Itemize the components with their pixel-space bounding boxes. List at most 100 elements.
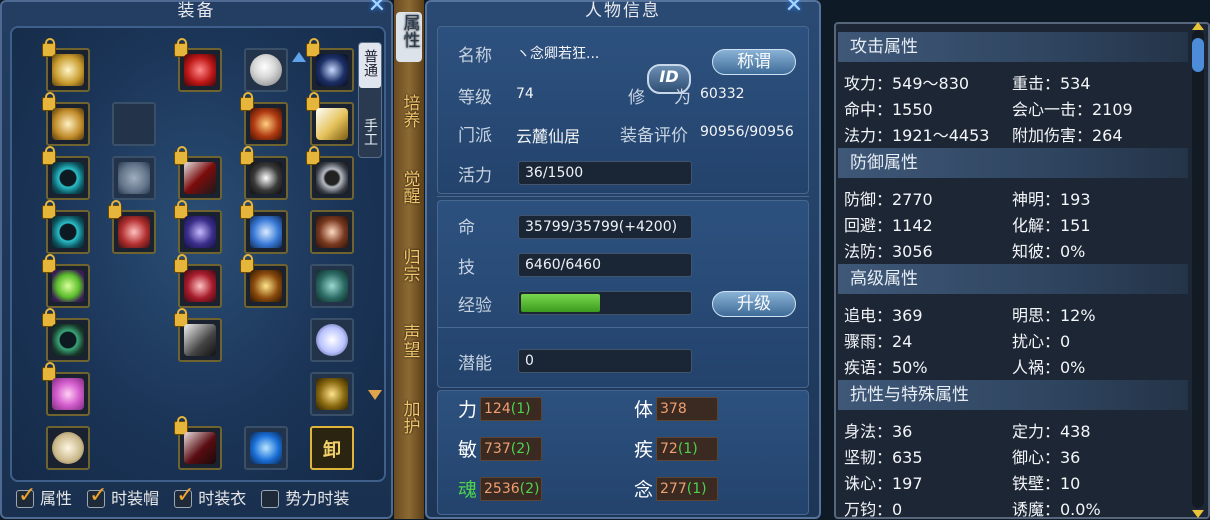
stat-base: 124 xyxy=(484,401,511,417)
pet-slot[interactable] xyxy=(310,318,354,362)
cultivation-label-1: 修 xyxy=(628,88,645,108)
equip-slot[interactable] xyxy=(310,210,354,254)
exp-label: 经验 xyxy=(458,296,492,316)
attr-value: 法防：3056 xyxy=(844,242,933,261)
cultivation-value: 60332 xyxy=(700,86,745,102)
scroll-down-icon[interactable] xyxy=(1192,510,1204,518)
equip-slot[interactable] xyxy=(174,254,222,308)
scroll-up-icon[interactable] xyxy=(292,52,306,62)
close-icon[interactable]: ✕ xyxy=(783,0,805,17)
attr-value: 铁壁：10 xyxy=(1012,474,1081,493)
stat-speed-value: 72(1) xyxy=(656,437,718,461)
stat-soul-value: 2536(2) xyxy=(480,477,542,501)
skill-field: 6460/6460 xyxy=(518,253,692,277)
checkbox-faction-fashion[interactable]: 势力时装 xyxy=(261,488,349,510)
cultivation-label-2: 为 xyxy=(674,88,691,108)
equip-slot[interactable] xyxy=(306,146,354,200)
equip-slot[interactable] xyxy=(42,254,90,308)
level-up-button[interactable]: 升级 xyxy=(712,291,796,317)
gem-slot[interactable] xyxy=(244,426,288,470)
check-icon: ✓ xyxy=(89,483,108,508)
tab-label: 培养 xyxy=(399,94,420,128)
potential-value: 0 xyxy=(525,353,534,369)
name-value: ヽ念卿若狂... xyxy=(516,46,600,62)
tab-crafted[interactable]: 手工 xyxy=(359,88,381,157)
tab-protection[interactable]: 加护 xyxy=(396,400,422,440)
tab-label: 觉醒 xyxy=(399,170,420,204)
unequip-button[interactable]: 卸 xyxy=(310,426,354,470)
tab-attributes[interactable]: 属性 xyxy=(396,12,422,62)
tab-awaken[interactable]: 觉醒 xyxy=(396,170,422,210)
tab-label: 加护 xyxy=(399,400,420,434)
equip-slot[interactable] xyxy=(108,200,156,254)
tab-cultivate[interactable]: 培养 xyxy=(396,94,422,134)
gear-rating-label: 装备评价 xyxy=(620,126,688,146)
equip-slot[interactable] xyxy=(174,308,222,362)
mount-slot[interactable] xyxy=(310,264,354,308)
equip-slot[interactable] xyxy=(240,200,288,254)
title-button[interactable]: 称谓 xyxy=(712,49,796,75)
tab-normal[interactable]: 普通 xyxy=(359,43,381,88)
equip-slot[interactable] xyxy=(306,38,354,92)
checkbox-box: ✓ xyxy=(174,485,195,508)
attributes-scrollbar[interactable] xyxy=(1192,22,1204,518)
equip-slot[interactable] xyxy=(306,92,354,146)
check-icon: ✓ xyxy=(18,483,37,508)
attr-value: 疾语：50% xyxy=(844,358,928,377)
equip-slot[interactable] xyxy=(46,426,90,470)
checkbox-fashion-clothes[interactable]: ✓ 时装衣 xyxy=(174,485,246,510)
equip-slot[interactable] xyxy=(240,254,288,308)
attr-value: 万钧：0 xyxy=(844,500,903,519)
wing-slot[interactable] xyxy=(112,156,156,200)
stat-bonus: (1) xyxy=(686,481,707,497)
equipment-title: 装备 xyxy=(177,1,216,21)
attr-value: 攻力：549～830 xyxy=(844,74,970,93)
stat-strength-label: 力 xyxy=(458,399,478,421)
close-icon[interactable]: ✕ xyxy=(366,0,388,17)
character-info-title: 人物信息 xyxy=(585,1,661,21)
level-label: 等级 xyxy=(458,88,492,108)
skill-label: 技 xyxy=(458,258,475,278)
equip-slot[interactable] xyxy=(174,146,222,200)
scroll-up-icon[interactable] xyxy=(1192,22,1204,30)
tab-return-sect[interactable]: 归宗 xyxy=(396,248,422,288)
attr-value: 诛心：197 xyxy=(844,474,923,493)
name-label: 名称 xyxy=(458,46,492,66)
emblem-slot[interactable] xyxy=(310,372,354,416)
equipment-grid: 卸 xyxy=(10,26,386,482)
equip-slot-empty[interactable] xyxy=(112,102,156,146)
vitals-section: 命 35799/35799(+4200) 技 6460/6460 经验 升级 潜… xyxy=(437,200,809,388)
checkbox-fashion-hat[interactable]: ✓ 时装帽 xyxy=(87,483,159,510)
attr-value: 防御：2770 xyxy=(844,190,933,209)
equip-slot[interactable] xyxy=(42,308,90,362)
potential-field: 0 xyxy=(518,349,692,373)
scroll-thumb[interactable] xyxy=(1192,38,1204,72)
character-info-panel: 人物信息 ✕ 名称 ヽ念卿若狂... ID 称谓 等级 74 修 为 60332… xyxy=(425,0,821,519)
equip-slot[interactable] xyxy=(240,92,288,146)
equip-slot[interactable] xyxy=(42,362,90,416)
equip-slot[interactable] xyxy=(240,146,288,200)
section-header-defense: 防御属性 xyxy=(838,148,1188,178)
equip-slot[interactable] xyxy=(42,92,90,146)
stat-agility-value: 737(2) xyxy=(480,437,542,461)
scroll-down-icon[interactable] xyxy=(368,390,382,400)
equip-slot[interactable] xyxy=(42,38,90,92)
equip-slot[interactable] xyxy=(174,38,222,92)
hp-field: 35799/35799(+4200) xyxy=(518,215,692,239)
tab-crafted-label: 手工 xyxy=(362,118,378,146)
attr-value: 御心：36 xyxy=(1012,448,1081,467)
skill-value: 6460/6460 xyxy=(525,257,601,273)
checkbox-attributes[interactable]: ✓ 属性 xyxy=(16,483,72,510)
equip-slot[interactable] xyxy=(174,200,222,254)
pet-slot[interactable] xyxy=(244,48,288,92)
attributes-panel: 攻击属性 攻力：549～830 重击：534 命中：1550 会心一击：2109… xyxy=(834,22,1210,519)
attr-value: 身法：36 xyxy=(844,422,913,441)
section-header-advanced: 高级属性 xyxy=(838,264,1188,294)
unequip-label: 卸 xyxy=(323,440,341,461)
equip-slot[interactable] xyxy=(42,146,90,200)
tab-reputation[interactable]: 声望 xyxy=(396,324,422,364)
stat-bonus: (2) xyxy=(510,441,531,457)
equip-slot[interactable] xyxy=(174,416,222,470)
equip-slot[interactable] xyxy=(42,200,90,254)
attr-value: 神明：193 xyxy=(1012,190,1091,209)
